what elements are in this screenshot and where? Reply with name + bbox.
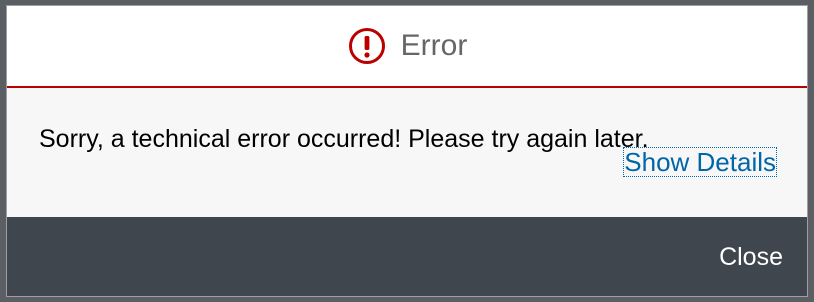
close-button[interactable]: Close [719,239,783,276]
error-dialog: Error Sorry, a technical error occurred!… [6,5,808,297]
dialog-title: Error [400,29,468,62]
dialog-footer: Close [7,217,807,296]
dialog-content: Sorry, a technical error occurred! Pleas… [7,88,807,217]
dialog-header: Error [7,6,807,88]
show-details-link[interactable]: Show Details [623,147,777,177]
error-icon [347,26,387,66]
